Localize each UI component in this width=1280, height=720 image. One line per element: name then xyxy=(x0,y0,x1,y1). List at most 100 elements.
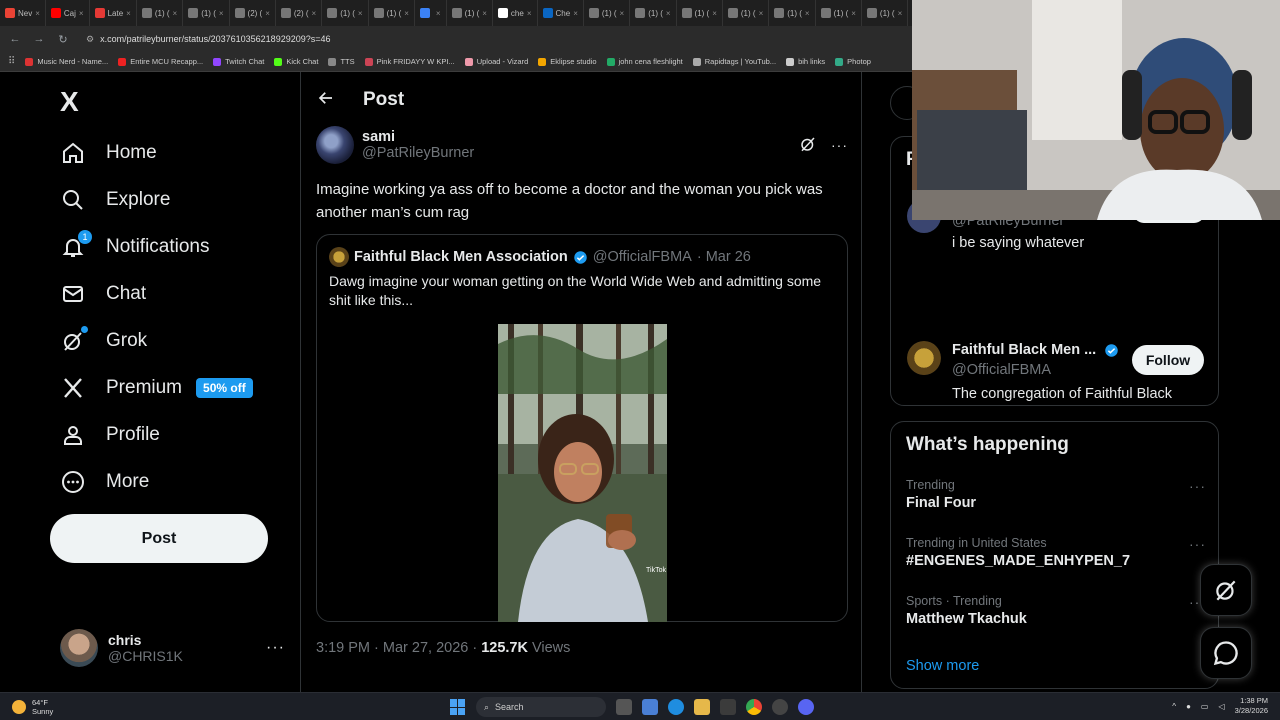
apps-grid-icon[interactable]: ⠿ xyxy=(8,56,15,67)
tab-close-icon[interactable]: × xyxy=(666,9,671,18)
author-handle[interactable]: @PatRileyBurner xyxy=(362,145,474,161)
quote-video-thumbnail[interactable]: TikTok xyxy=(498,324,667,622)
account-switcher[interactable]: chris @CHRIS1K ··· xyxy=(60,628,285,668)
browser-tab[interactable]: (1) (× xyxy=(447,0,493,26)
follow-button[interactable]: Follow xyxy=(1132,345,1204,375)
url-field[interactable]: ⚙ x.com/patrileyburner/status/2037610356… xyxy=(86,34,331,45)
bookmark-item[interactable]: bih links xyxy=(786,57,825,66)
tab-close-icon[interactable]: × xyxy=(759,9,764,18)
trend-item[interactable]: Sports · Trending Matthew Tkachuk ··· xyxy=(906,594,1206,627)
microphone-icon[interactable]: ● xyxy=(1186,702,1191,711)
bookmark-item[interactable]: Music Nerd - Name... xyxy=(25,57,108,66)
show-more-link[interactable]: Show more xyxy=(906,658,979,674)
grok-fab-button[interactable] xyxy=(1200,564,1252,616)
browser-tab[interactable]: Che × xyxy=(538,0,584,26)
tab-close-icon[interactable]: × xyxy=(527,9,532,18)
browser-tab[interactable]: (1) (× xyxy=(183,0,230,26)
browser-tab[interactable]: (1) (× xyxy=(584,0,631,26)
browser-tab[interactable]: × xyxy=(415,0,447,26)
bookmark-item[interactable]: TTS xyxy=(328,57,355,66)
browser-tab[interactable]: (1) (× xyxy=(816,0,862,26)
file-explorer-icon[interactable] xyxy=(694,699,710,715)
browser-tab[interactable]: (2) (× xyxy=(230,0,276,26)
nav-home[interactable]: Home xyxy=(60,140,157,166)
site-info-icon[interactable]: ⚙ xyxy=(86,34,94,45)
trend-item[interactable]: Trending in United States #ENGENES_MADE_… xyxy=(906,536,1206,569)
bookmark-item[interactable]: Entire MCU Recapp... xyxy=(118,57,203,66)
nav-more[interactable]: More xyxy=(60,469,149,495)
tab-close-icon[interactable]: × xyxy=(851,9,856,18)
author-name[interactable]: sami xyxy=(362,129,474,145)
bookmark-item[interactable]: Upload - Vizard xyxy=(464,57,528,66)
nav-profile[interactable]: Profile xyxy=(60,422,160,448)
browser-tab[interactable]: Nev × xyxy=(0,0,46,26)
tab-close-icon[interactable]: × xyxy=(404,9,409,18)
clock[interactable]: 1:38 PM 3/28/2026 xyxy=(1235,696,1268,716)
nav-grok[interactable]: Grok xyxy=(60,326,147,354)
browser-tab[interactable]: (1) (× xyxy=(723,0,770,26)
nav-premium[interactable]: Premium 50% off xyxy=(60,375,253,401)
tab-close-icon[interactable]: × xyxy=(436,9,441,18)
tab-close-icon[interactable]: × xyxy=(219,9,224,18)
back-nav-icon[interactable]: ← xyxy=(8,33,22,45)
bookmark-item[interactable]: Twitch Chat xyxy=(213,57,264,66)
grok-explain-icon[interactable] xyxy=(799,135,817,156)
tab-close-icon[interactable]: × xyxy=(173,9,178,18)
tab-close-icon[interactable]: × xyxy=(79,9,84,18)
tray-chevron-icon[interactable]: ^ xyxy=(1172,702,1176,711)
network-icon[interactable]: ▭ xyxy=(1201,702,1209,711)
weather-widget[interactable]: 64°F Sunny xyxy=(12,698,53,716)
browser-tab[interactable]: (1) (× xyxy=(677,0,723,26)
tab-close-icon[interactable]: × xyxy=(712,9,717,18)
tab-close-icon[interactable]: × xyxy=(265,9,270,18)
nav-notifications[interactable]: 1 Notifications xyxy=(60,230,210,260)
post-timestamp[interactable]: 3:19 PM · Mar 27, 2026 · xyxy=(316,640,477,656)
tab-close-icon[interactable]: × xyxy=(573,9,578,18)
bookmark-item[interactable]: Photop xyxy=(835,57,871,66)
reload-icon[interactable]: ↻ xyxy=(56,33,70,46)
store-icon[interactable] xyxy=(720,699,736,715)
tab-close-icon[interactable]: × xyxy=(620,9,625,18)
taskbar-search[interactable]: ⌕ Search xyxy=(476,697,606,717)
tab-close-icon[interactable]: × xyxy=(126,9,131,18)
trend-more-icon[interactable]: ··· xyxy=(1189,536,1206,552)
compose-post-button[interactable]: Post xyxy=(50,514,268,563)
x-logo[interactable]: X xyxy=(60,86,79,118)
tab-close-icon[interactable]: × xyxy=(35,9,40,18)
task-view-icon[interactable] xyxy=(616,699,632,715)
bookmark-item[interactable]: Eklipse studio xyxy=(538,57,597,66)
app-icon[interactable] xyxy=(772,699,788,715)
bookmark-item[interactable]: Kick Chat xyxy=(274,57,318,66)
bookmark-item[interactable]: john cena fleshlight xyxy=(606,57,683,66)
edge-icon[interactable] xyxy=(668,699,684,715)
trend-more-icon[interactable]: ··· xyxy=(1189,478,1206,494)
browser-tab[interactable]: (1) (× xyxy=(769,0,816,26)
browser-tab[interactable]: (1) (× xyxy=(369,0,415,26)
forward-nav-icon[interactable]: → xyxy=(32,33,46,45)
browser-tab[interactable]: (2) (× xyxy=(276,0,323,26)
post-more-icon[interactable]: ··· xyxy=(831,137,848,153)
chrome-icon[interactable] xyxy=(746,699,762,715)
tab-close-icon[interactable]: × xyxy=(312,9,317,18)
tab-close-icon[interactable]: × xyxy=(898,9,903,18)
back-arrow-icon[interactable] xyxy=(317,89,335,112)
trend-item[interactable]: Trending Final Four ··· xyxy=(906,478,1206,511)
windows-start-icon[interactable] xyxy=(450,699,466,715)
bookmark-item[interactable]: Pink FRIDAYY W KPI... xyxy=(364,57,455,66)
nav-explore[interactable]: Explore xyxy=(60,187,170,213)
browser-tab[interactable]: che × xyxy=(493,0,538,26)
browser-tab[interactable]: Late × xyxy=(90,0,137,26)
browser-tab[interactable]: (1) (× xyxy=(322,0,369,26)
author-avatar[interactable] xyxy=(316,126,354,164)
browser-tab[interactable]: (1) (× xyxy=(862,0,909,26)
browser-tab[interactable]: Caj × xyxy=(46,0,90,26)
messages-fab-button[interactable] xyxy=(1200,627,1252,679)
copilot-icon[interactable] xyxy=(642,699,658,715)
discord-icon[interactable] xyxy=(798,699,814,715)
browser-tab[interactable]: (1) (× xyxy=(630,0,677,26)
tab-close-icon[interactable]: × xyxy=(805,9,810,18)
tab-close-icon[interactable]: × xyxy=(358,9,363,18)
volume-icon[interactable]: ◁ xyxy=(1218,702,1224,711)
tab-close-icon[interactable]: × xyxy=(482,9,487,18)
account-more-icon[interactable]: ··· xyxy=(266,639,285,657)
